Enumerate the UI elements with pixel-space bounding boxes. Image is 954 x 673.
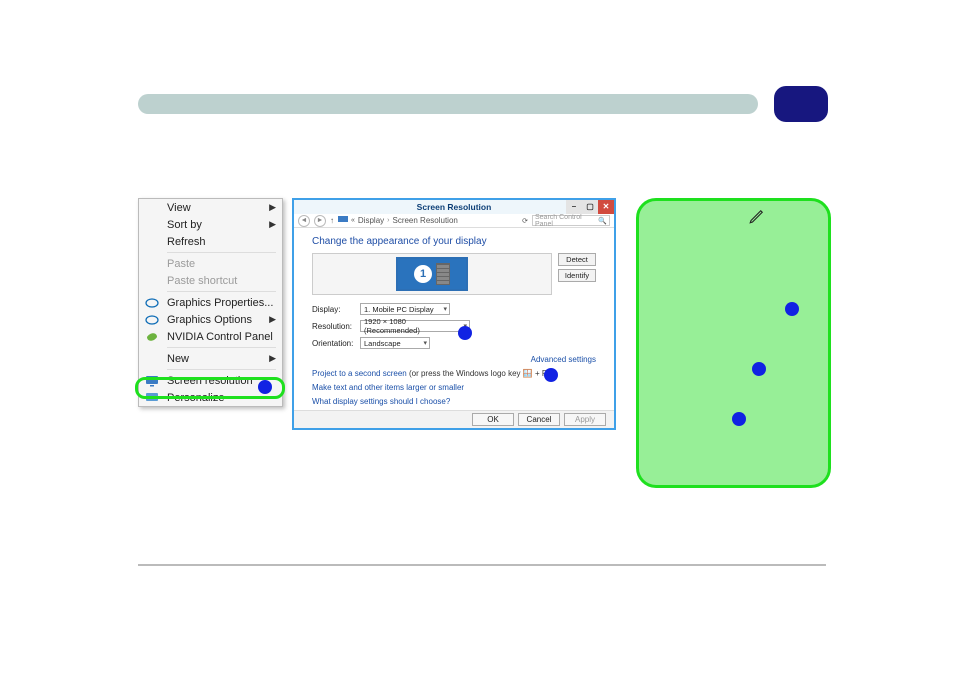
submenu-arrow-icon: ▶ <box>269 314 276 325</box>
apply-button[interactable]: Apply <box>564 413 606 426</box>
maximize-button[interactable]: ▢ <box>582 200 598 214</box>
ctx-separator <box>167 347 276 348</box>
header-bar <box>138 94 758 114</box>
orientation-combo[interactable]: Landscape ▾ <box>360 337 430 349</box>
display-combo[interactable]: 1. Mobile PC Display ▾ <box>360 303 450 315</box>
ctx-item-graphics-options[interactable]: Graphics Options ▶ <box>139 311 282 328</box>
submenu-arrow-icon: ▶ <box>269 202 276 213</box>
section-title: Change the appearance of your display <box>312 236 596 247</box>
detect-button[interactable]: Detect <box>558 253 596 266</box>
breadcrumb[interactable]: « Display › Screen Resolution <box>338 215 518 227</box>
ctx-separator <box>167 369 276 370</box>
breadcrumb-item[interactable]: Display <box>358 216 384 225</box>
text-size-link[interactable]: Make text and other items larger or smal… <box>312 383 464 392</box>
intel-icon <box>145 296 159 310</box>
bullet-dot <box>732 412 746 426</box>
breadcrumb-item[interactable]: Screen Resolution <box>392 216 457 225</box>
personalize-icon <box>145 391 159 405</box>
ctx-label: Screen resolution <box>167 375 253 387</box>
ctx-item-nvidia[interactable]: NVIDIA Control Panel <box>139 328 282 345</box>
nav-forward-button[interactable]: ► <box>314 215 326 227</box>
ctx-label: Refresh <box>167 236 206 248</box>
resolution-label: Resolution: <box>312 322 360 331</box>
search-icon: 🔍 <box>598 217 607 225</box>
ctx-item-sortby[interactable]: Sort by ▶ <box>139 216 282 233</box>
resolution-combo[interactable]: 1920 × 1080 (Recommended) ▾ <box>360 320 470 332</box>
monitor-icon <box>145 374 159 388</box>
monitor-side-graphic <box>436 263 450 285</box>
project-hint: (or press the Windows logo key 🪟 + P) <box>409 369 550 378</box>
minimize-button[interactable]: – <box>566 200 582 214</box>
note-panel <box>636 198 831 488</box>
window-nav-bar: ◄ ► ↑ « Display › Screen Resolution ⟳ Se… <box>294 214 614 228</box>
bullet-dot <box>544 368 558 382</box>
ctx-item-paste: Paste <box>139 255 282 272</box>
search-placeholder: Search Control Panel <box>535 214 598 228</box>
breadcrumb-item: « <box>351 217 355 224</box>
ctx-label: View <box>167 202 191 214</box>
identify-button[interactable]: Identify <box>558 269 596 282</box>
bullet-dot <box>258 380 272 394</box>
window-body: Change the appearance of your display 1 … <box>294 228 614 414</box>
which-settings-link[interactable]: What display settings should I choose? <box>312 397 450 406</box>
ctx-item-new[interactable]: New ▶ <box>139 350 282 367</box>
ctx-separator <box>167 252 276 253</box>
nvidia-icon <box>145 330 159 344</box>
chevron-down-icon: ▾ <box>443 305 447 313</box>
window-title: Screen Resolution <box>417 202 492 212</box>
bullet-dot <box>785 302 799 316</box>
resolution-value: 1920 × 1080 (Recommended) <box>364 317 457 335</box>
ctx-label: Paste shortcut <box>167 275 237 287</box>
ctx-label: Paste <box>167 258 195 270</box>
monitor-number: 1 <box>414 265 432 283</box>
ctx-item-paste-shortcut: Paste shortcut <box>139 272 282 289</box>
window-buttons: – ▢ ✕ <box>566 200 614 214</box>
monitor-1[interactable]: 1 <box>396 257 468 291</box>
ok-button[interactable]: OK <box>472 413 514 426</box>
window-titlebar: Screen Resolution – ▢ ✕ <box>294 200 614 214</box>
pencil-icon <box>748 207 766 228</box>
monitor-icon <box>338 215 348 227</box>
ctx-label: NVIDIA Control Panel <box>167 331 273 343</box>
nav-up-icon[interactable]: ↑ <box>330 216 334 225</box>
footer-rule <box>138 564 826 566</box>
cancel-button[interactable]: Cancel <box>518 413 560 426</box>
ctx-label: Personalize <box>167 392 224 404</box>
header-pill <box>774 86 828 122</box>
nav-back-button[interactable]: ◄ <box>298 215 310 227</box>
display-preview[interactable]: 1 <box>312 253 552 295</box>
bullet-dot <box>752 362 766 376</box>
orientation-label: Orientation: <box>312 339 360 348</box>
bullet-dot <box>458 326 472 340</box>
advanced-settings-text: Advanced settings <box>531 355 596 364</box>
refresh-icon[interactable]: ⟳ <box>522 217 528 225</box>
search-input[interactable]: Search Control Panel 🔍 <box>532 215 610 226</box>
ctx-item-refresh[interactable]: Refresh <box>139 233 282 250</box>
desktop-context-menu: View ▶ Sort by ▶ Refresh Paste Paste sho… <box>138 198 283 407</box>
display-value: 1. Mobile PC Display <box>364 305 434 314</box>
submenu-arrow-icon: ▶ <box>269 219 276 230</box>
ctx-label: New <box>167 353 189 365</box>
chevron-down-icon: ▾ <box>423 339 427 347</box>
screen-resolution-window: Screen Resolution – ▢ ✕ ◄ ► ↑ « Display … <box>292 198 616 430</box>
ctx-separator <box>167 291 276 292</box>
advanced-settings-link[interactable]: Advanced settings <box>312 355 596 364</box>
ctx-item-view[interactable]: View ▶ <box>139 199 282 216</box>
intel-icon <box>145 313 159 327</box>
ctx-item-graphics-properties[interactable]: Graphics Properties... <box>139 294 282 311</box>
project-second-screen-link[interactable]: Project to a second screen <box>312 369 407 378</box>
orientation-value: Landscape <box>364 339 401 348</box>
ctx-label: Graphics Properties... <box>167 297 273 309</box>
ctx-label: Graphics Options <box>167 314 252 326</box>
chevron-right-icon: › <box>387 217 389 224</box>
ctx-label: Sort by <box>167 219 202 231</box>
submenu-arrow-icon: ▶ <box>269 353 276 364</box>
display-label: Display: <box>312 305 360 314</box>
close-button[interactable]: ✕ <box>598 200 614 214</box>
window-footer: OK Cancel Apply <box>294 410 614 428</box>
